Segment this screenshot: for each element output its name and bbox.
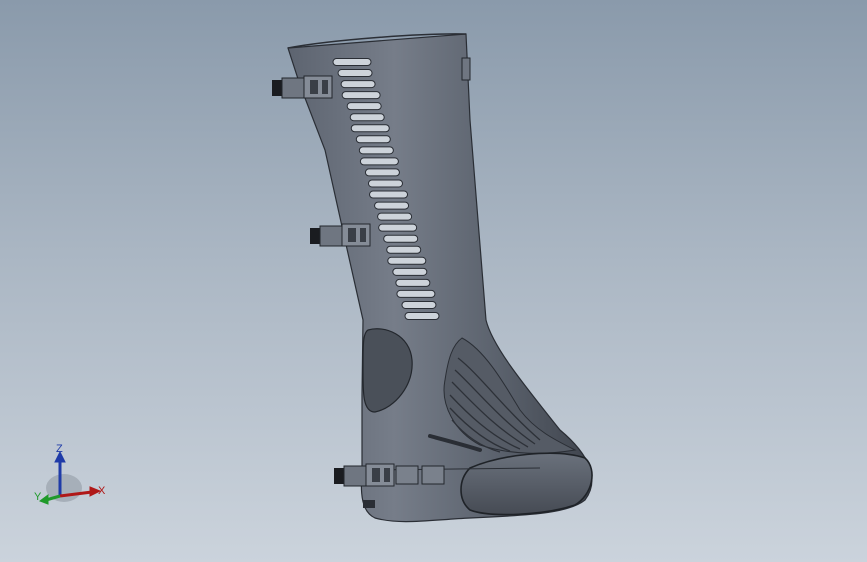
ventilation-slot	[395, 278, 431, 287]
ventilation-slot	[378, 223, 418, 232]
ventilation-slot	[367, 179, 403, 188]
strap-clip-icon[interactable]	[272, 75, 333, 99]
strap-clip-icon[interactable]	[310, 223, 371, 247]
ventilation-slot	[392, 267, 428, 276]
ventilation-slot	[374, 201, 410, 210]
ventilation-slot	[364, 168, 400, 177]
ventilation-slot	[383, 234, 419, 243]
ventilation-slot	[355, 135, 391, 144]
ventilation-slot	[340, 80, 376, 89]
y-axis-label: Y	[34, 491, 42, 503]
z-axis-label: Z	[56, 443, 63, 455]
ventilation-slot	[359, 157, 399, 166]
ventilation-slot	[341, 91, 381, 100]
graphics-viewport[interactable]: Z X Y	[0, 0, 867, 562]
ventilation-slot	[404, 312, 440, 320]
ventilation-slot	[358, 146, 394, 155]
ventilation-slot	[349, 113, 385, 122]
ventilation-slot	[387, 256, 427, 265]
ventilation-slot	[332, 58, 372, 66]
ventilation-slot	[350, 124, 390, 133]
ventilation-slot	[386, 245, 422, 254]
triad-icon: Z X Y	[34, 443, 106, 505]
ventilation-slot	[346, 102, 382, 111]
ventilation-slot	[401, 300, 437, 309]
ventilation-slot	[337, 69, 373, 78]
ventilation-slot	[396, 289, 436, 298]
ventilation-slot	[377, 212, 413, 221]
3d-model[interactable]	[0, 0, 867, 562]
strap-clip-icon[interactable]	[334, 463, 445, 487]
heel-tab	[363, 500, 375, 508]
ventilation-slot	[369, 190, 409, 199]
x-axis-label: X	[98, 485, 106, 497]
strap-clip-icon[interactable]	[461, 57, 471, 81]
